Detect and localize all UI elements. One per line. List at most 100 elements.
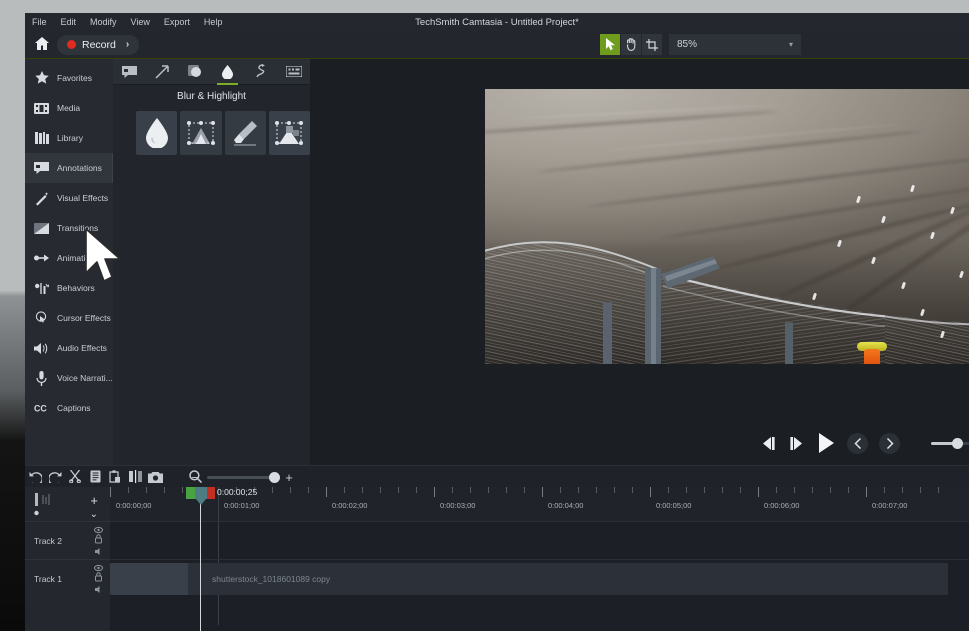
pixelate-thumbnail[interactable] <box>268 111 310 155</box>
timeline-marker-indicator[interactable] <box>33 493 63 519</box>
effect-thumbnails <box>113 107 310 155</box>
sidebar-label-cursor-effects: Cursor Effects <box>57 313 111 323</box>
sidebar-item-captions[interactable]: CC Captions <box>25 393 113 423</box>
highlighter-pen-icon <box>234 121 258 146</box>
tab-keystroke-callouts[interactable] <box>277 59 310 85</box>
water-drop-icon <box>145 118 168 148</box>
track-controls-row: + ⌄ <box>25 487 110 521</box>
timeline-clip[interactable]: shutterstock_1018601089 copy <box>110 563 948 595</box>
step-forward-button[interactable] <box>788 436 805 450</box>
playhead-red-marker[interactable] <box>207 487 215 499</box>
split-button[interactable] <box>125 466 145 488</box>
cut-button[interactable] <box>65 466 85 488</box>
playhead-green-marker[interactable] <box>186 487 195 499</box>
sidebar-item-favorites[interactable]: Favorites <box>25 63 113 93</box>
timeline-zoom-out-button[interactable]: − <box>190 470 200 485</box>
menu-item-export[interactable]: Export <box>157 13 197 31</box>
sidebar-item-visual-effects[interactable]: Visual Effects <box>25 183 113 213</box>
hand-tool-button[interactable] <box>621 34 641 55</box>
fence-overlay <box>485 194 969 364</box>
playhead[interactable]: 0:00:00;25 <box>186 487 257 631</box>
previous-marker-button[interactable] <box>847 432 868 454</box>
menu-item-view[interactable]: View <box>124 13 157 31</box>
sidebar-item-behaviors[interactable]: Behaviors <box>25 273 113 303</box>
add-track-button[interactable]: + <box>90 493 98 508</box>
sidebar-item-library[interactable]: Library <box>25 123 113 153</box>
track-header-1[interactable]: Track 1 <box>25 559 110 597</box>
video-preview[interactable] <box>485 89 969 364</box>
paste-button[interactable] <box>105 466 125 488</box>
snapshot-button[interactable] <box>145 466 165 488</box>
sidebar-label-voice-narration: Voice Narrati... <box>57 373 113 383</box>
media-filmstrip-icon <box>34 101 49 116</box>
sidebar-item-audio-effects[interactable]: Audio Effects <box>25 333 113 363</box>
canvas-tools-group: 85% ▾ <box>600 34 801 55</box>
redo-button[interactable] <box>45 466 65 488</box>
pointer-tool-button[interactable] <box>600 34 620 55</box>
tab-shapes[interactable] <box>179 59 212 85</box>
track-row-2[interactable] <box>110 521 969 559</box>
record-chevron-icon[interactable]: › <box>126 39 129 50</box>
menu-item-help[interactable]: Help <box>197 13 230 31</box>
sidebar-item-transitions[interactable]: Transitions <box>25 213 113 243</box>
step-backward-button[interactable] <box>760 436 777 450</box>
sidebar-label-captions: Captions <box>57 403 91 413</box>
menu-item-file[interactable]: File <box>25 13 54 31</box>
track-toggles-2[interactable] <box>94 526 103 556</box>
timeline-zoom-in-button[interactable]: + <box>284 470 294 485</box>
timeline-tracks-area[interactable]: 0:00:00;00 0:00:01;00 0:00:02;00 0:00:03… <box>110 487 969 631</box>
tab-blur-highlight[interactable] <box>211 59 244 85</box>
tab-arrows[interactable] <box>146 59 179 85</box>
sidebar-item-animations[interactable]: Animations <box>25 243 113 273</box>
ruler-label-6: 0:00:06;00 <box>764 501 800 510</box>
annotation-callout-icon <box>34 161 49 176</box>
track-row-1[interactable]: shutterstock_1018601089 copy <box>110 559 969 597</box>
highlight-thumbnail[interactable] <box>224 111 266 155</box>
sidebar-item-voice-narration[interactable]: Voice Narrati... <box>25 363 113 393</box>
ruler-label-3: 0:00:03;00 <box>440 501 476 510</box>
undo-button[interactable] <box>25 466 45 488</box>
transitions-icon <box>34 221 49 236</box>
spotlight-thumbnail[interactable] <box>180 111 222 155</box>
magic-wand-icon <box>34 191 49 206</box>
sidebar-item-cursor-effects[interactable]: Cursor Effects <box>25 303 113 333</box>
crop-tool-button[interactable] <box>642 34 662 55</box>
copy-button[interactable] <box>85 466 105 488</box>
playhead-teal-marker[interactable] <box>195 487 207 499</box>
track-name-1: Track 1 <box>34 573 63 584</box>
ruler-label-2: 0:00:02;00 <box>332 501 368 510</box>
scrubber-knob[interactable] <box>952 438 963 449</box>
animations-arrow-icon <box>34 251 49 266</box>
sidebar-item-media[interactable]: Media <box>25 93 113 123</box>
timeline-zoom-knob[interactable] <box>269 471 280 483</box>
playback-scrubber[interactable] <box>931 438 969 449</box>
menu-item-edit[interactable]: Edit <box>54 13 84 31</box>
playhead-handle[interactable] <box>186 487 215 499</box>
home-icon[interactable] <box>31 36 53 53</box>
next-marker-button[interactable] <box>879 432 900 454</box>
panel-title: Blur & Highlight <box>113 85 310 107</box>
sidebar-label-behaviors: Behaviors <box>57 283 95 293</box>
tab-sketch-motion[interactable] <box>244 59 277 85</box>
track-toggles-1[interactable] <box>94 564 103 594</box>
collapse-tracks-button[interactable]: ⌄ <box>90 509 98 520</box>
sidebar-label-media: Media <box>57 103 81 113</box>
canvas[interactable] <box>310 59 969 421</box>
tab-callouts[interactable] <box>113 59 146 85</box>
sidebar-label-annotations: Annotations <box>57 163 102 173</box>
sidebar-item-annotations[interactable]: Annotations <box>25 153 113 183</box>
blur-thumbnail[interactable] <box>136 111 178 155</box>
track-header-2[interactable]: Track 2 <box>25 521 110 559</box>
cursor-effects-icon <box>34 311 49 326</box>
main-toolbar: Record › 85% ▾ <box>25 31 969 59</box>
star-icon <box>34 71 49 86</box>
menu-item-modify[interactable]: Modify <box>83 13 124 31</box>
menu-bar: File Edit Modify View Export Help TechSm… <box>25 13 969 31</box>
behaviors-icon <box>34 281 49 296</box>
play-button[interactable] <box>816 433 836 453</box>
record-button[interactable]: Record › <box>57 34 140 55</box>
ruler-label-7: 0:00:07;00 <box>872 501 908 510</box>
timeline-zoom-slider[interactable] <box>207 471 280 483</box>
zoom-level-select[interactable]: 85% ▾ <box>669 34 801 55</box>
sidebar-label-library: Library <box>57 133 83 143</box>
